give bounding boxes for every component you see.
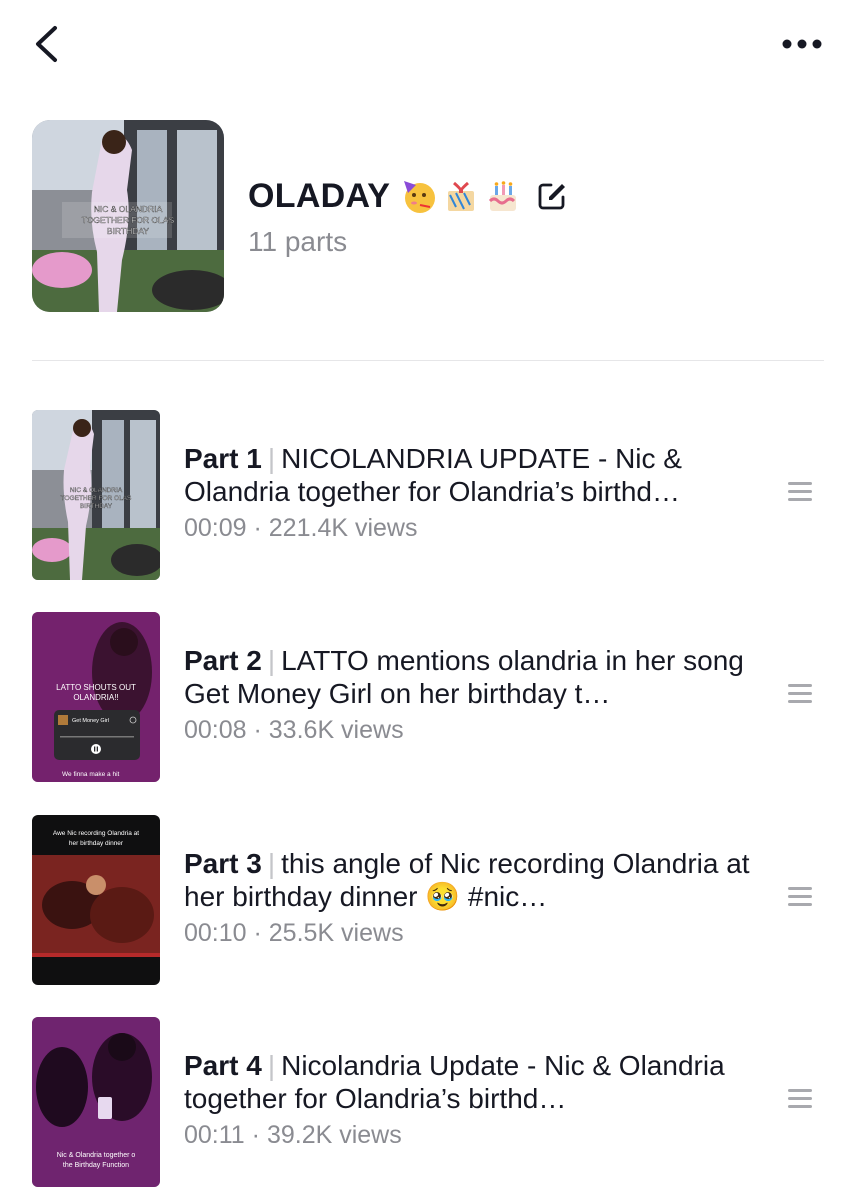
svg-text:the Birthday Function: the Birthday Function [63, 1162, 129, 1169]
separator: | [267, 645, 276, 676]
top-bar [0, 0, 856, 90]
separator: | [267, 1050, 276, 1081]
svg-text:OLANDRIA!!: OLANDRIA!! [73, 693, 118, 702]
video-thumbnail[interactable]: NIC & OLANDRIA TOGETHER FOR OLAS BIRTHDA… [32, 410, 160, 580]
item-title: Part 2 | LATTO mentions olandria in her so… [184, 644, 764, 710]
playlist-header: NIC & OLANDRIA TOGETHER FOR OLAS BIRTHDA… [32, 120, 824, 312]
reorder-handle-icon[interactable] [788, 887, 812, 913]
list-item[interactable]: LATTO SHOUTS OUT OLANDRIA!! Get Money Gi… [32, 612, 824, 782]
edit-icon [538, 183, 566, 210]
parts-count: 11 parts [248, 226, 348, 257]
more-options-button[interactable] [778, 24, 826, 64]
playlist-info: OLADAY 11 parts [248, 172, 568, 258]
item-text: Part 4 | Nicolandria Update - Nic & Olandr… [184, 1049, 764, 1150]
video-thumbnail[interactable]: Awe Nic recording Olandria at her birthd… [32, 815, 160, 985]
view-count: 25.5K views [268, 919, 404, 947]
thumbnail-caption: Nic & Olandria together o [57, 1152, 136, 1159]
reorder-handle-icon[interactable] [788, 1089, 812, 1115]
cover-image: NIC & OLANDRIA TOGETHER FOR OLAS BIRTHDA… [32, 120, 224, 312]
thumbnail-caption: Awe Nic recording Olandria at [53, 830, 139, 837]
birthday-cake-icon [484, 177, 522, 215]
item-text: Part 1 | NICOLANDRIA UPDATE - Nic & Olandr… [184, 442, 764, 543]
item-meta: 00:08 · 33.6K views [184, 716, 404, 744]
svg-text:TOGETHER FOR OLAS: TOGETHER FOR OLAS [82, 215, 175, 225]
list-item[interactable]: Awe Nic recording Olandria at her birthd… [32, 815, 824, 985]
playlist-title: OLADAY [248, 176, 391, 215]
thumbnail-lyric: We finna make a hit [62, 771, 120, 778]
more-horizontal-icon [782, 39, 822, 49]
duration: 00:10 [184, 919, 247, 947]
wrapped-gift-icon [442, 177, 480, 215]
item-text: Part 3 | this angle of Nic recording Oland… [184, 847, 764, 948]
view-count: 221.4K views [268, 514, 418, 542]
view-count: 39.2K views [266, 1121, 402, 1149]
svg-text:her birthday dinner: her birthday dinner [69, 840, 124, 847]
duration: 00:08 [184, 716, 247, 744]
view-count: 33.6K views [268, 716, 404, 744]
reorder-handle-icon[interactable] [788, 482, 812, 508]
thumbnail-song: Get Money Girl [72, 718, 109, 724]
thumbnail-caption: LATTO SHOUTS OUT [56, 683, 136, 692]
video-thumbnail[interactable]: LATTO SHOUTS OUT OLANDRIA!! Get Money Gi… [32, 612, 160, 782]
svg-text:TOGETHER FOR OLAS: TOGETHER FOR OLAS [61, 495, 132, 502]
back-button[interactable] [26, 22, 66, 66]
part-label: Part 2 [184, 645, 262, 676]
part-label: Part 4 [184, 1050, 262, 1081]
part-label: Part 1 [184, 443, 262, 474]
video-title: Nicolandria Update - Nic & Olandria toge… [184, 1050, 725, 1114]
svg-text:BIRTHDAY: BIRTHDAY [107, 226, 150, 236]
cover-caption: NIC & OLANDRIA [94, 204, 163, 214]
thumbnail-caption: NIC & OLANDRIA [70, 487, 123, 494]
title-emojis [400, 177, 522, 215]
item-title: Part 4 | Nicolandria Update - Nic & Olandr… [184, 1049, 764, 1115]
divider [32, 360, 824, 361]
duration: 00:09 [184, 514, 247, 542]
playlist-cover[interactable]: NIC & OLANDRIA TOGETHER FOR OLAS BIRTHDA… [32, 120, 224, 312]
reorder-handle-icon[interactable] [788, 684, 812, 710]
item-meta: 00:10 · 25.5K views [184, 919, 404, 947]
item-text: Part 2 | LATTO mentions olandria in her so… [184, 644, 764, 745]
video-thumbnail[interactable]: Nic & Olandria together o the Birthday F… [32, 1017, 160, 1187]
item-title: Part 1 | NICOLANDRIA UPDATE - Nic & Olandr… [184, 442, 764, 508]
svg-text:BIRTHDAY: BIRTHDAY [80, 503, 113, 510]
item-title: Part 3 | this angle of Nic recording Oland… [184, 847, 764, 913]
separator: | [267, 848, 276, 879]
duration: 00:11 [184, 1121, 245, 1149]
list-item[interactable]: NIC & OLANDRIA TOGETHER FOR OLAS BIRTHDA… [32, 410, 824, 580]
item-meta: 00:09 · 221.4K views [184, 514, 418, 542]
chevron-left-icon [36, 26, 57, 62]
edit-playlist-button[interactable] [536, 180, 568, 212]
item-meta: 00:11 · 39.2K views [184, 1121, 402, 1149]
separator: | [267, 443, 276, 474]
part-label: Part 3 [184, 848, 262, 879]
partying-face-icon [400, 177, 438, 215]
list-item[interactable]: Nic & Olandria together o the Birthday F… [32, 1017, 824, 1187]
